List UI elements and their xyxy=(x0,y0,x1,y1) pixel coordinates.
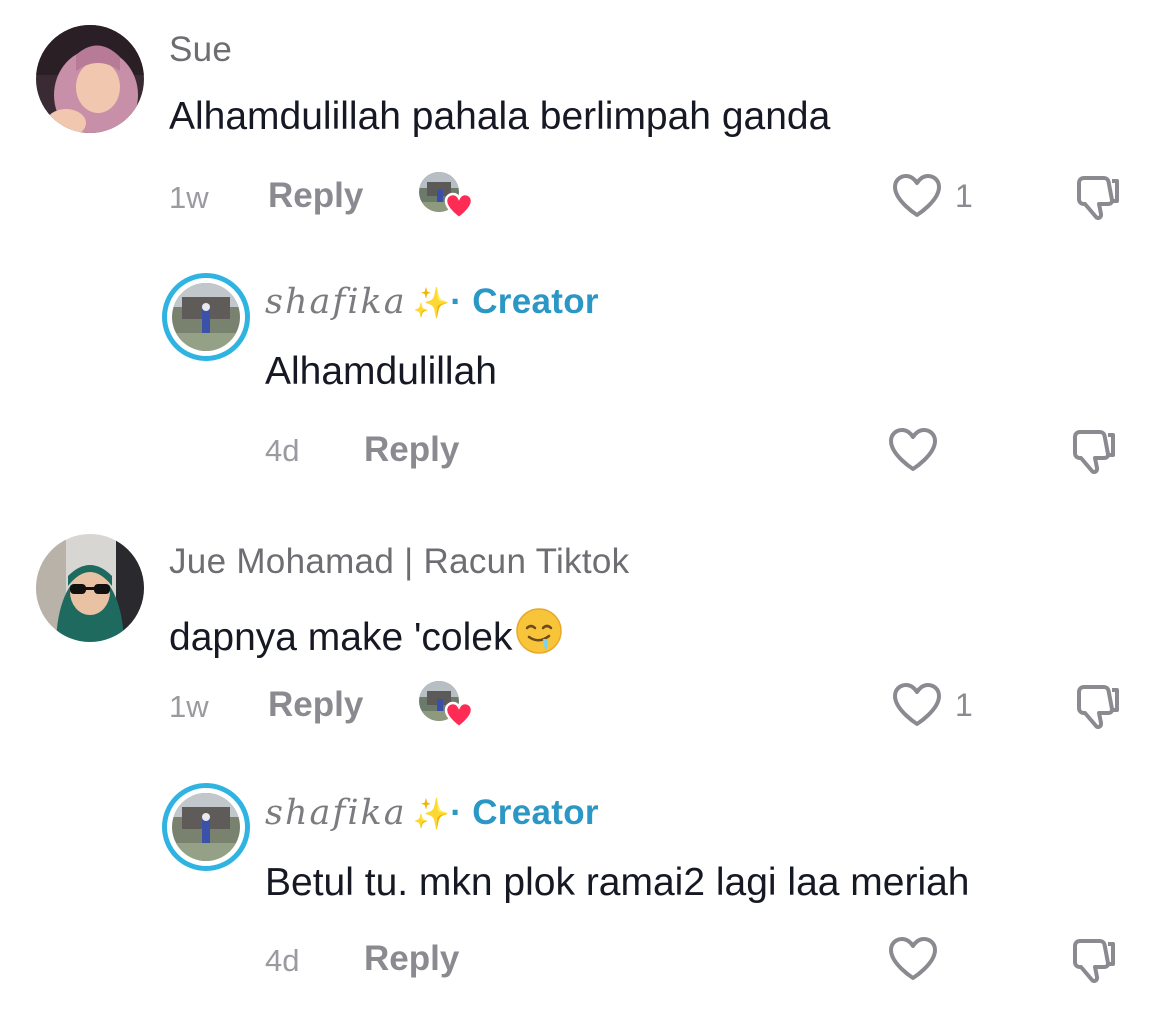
thumbs-down-icon[interactable] xyxy=(1068,426,1120,478)
comment-username[interactable]: shafika ✨· Creator xyxy=(265,282,599,322)
creator-badge: · Creator xyxy=(450,282,599,321)
comment-text: Alhamdulillah pahala berlimpah ganda xyxy=(169,95,831,138)
thumbs-down-icon[interactable] xyxy=(1072,681,1124,733)
comment-timestamp: 1w xyxy=(169,689,209,724)
comment-text-body: dapnya make 'colek xyxy=(169,616,513,659)
comment-text: dapnya make 'colek xyxy=(169,606,564,660)
creator-badge: · Creator xyxy=(450,793,599,832)
heart-outline-icon[interactable] xyxy=(887,426,939,474)
drooling-face-emoji xyxy=(516,608,563,654)
reply-button[interactable]: Reply xyxy=(364,939,459,979)
comment-username[interactable]: Jue Mohamad | Racun Tiktok xyxy=(169,542,629,582)
reply-item: shafika ✨· Creator Betul tu. mkn plok ram… xyxy=(0,760,1170,1031)
comment-text: Alhamdulillah xyxy=(265,350,497,393)
heart-filled-icon xyxy=(444,701,474,729)
comment-text: Betul tu. mkn plok ramai2 lagi laa meria… xyxy=(265,861,970,904)
creator-username[interactable]: shafika xyxy=(265,282,407,322)
reply-button[interactable]: Reply xyxy=(364,430,459,470)
like-count: 1 xyxy=(955,178,973,214)
sparkles-icon: ✨ xyxy=(412,287,451,320)
comment-username[interactable]: Sue xyxy=(169,30,232,70)
heart-outline-icon[interactable] xyxy=(887,935,939,983)
avatar[interactable] xyxy=(36,534,144,642)
comment-timestamp: 1w xyxy=(169,180,209,215)
avatar[interactable] xyxy=(162,783,250,871)
heart-outline-icon[interactable] xyxy=(891,681,943,729)
thumbs-down-icon[interactable] xyxy=(1068,935,1120,987)
like-count: 1 xyxy=(955,687,973,723)
heart-filled-icon xyxy=(444,192,474,220)
comment-item: Jue Mohamad | Racun Tiktok dapnya make '… xyxy=(0,510,1170,760)
heart-outline-icon[interactable] xyxy=(891,172,943,220)
reply-button[interactable]: Reply xyxy=(268,176,363,216)
comment-timestamp: 4d xyxy=(265,943,300,978)
reply-item: shafika ✨· Creator Alhamdulillah 4d Reply xyxy=(0,250,1170,510)
comment-timestamp: 4d xyxy=(265,433,300,468)
comment-username[interactable]: shafika ✨· Creator xyxy=(265,793,599,833)
sparkles-icon: ✨ xyxy=(412,798,451,831)
comment-item: Sue Alhamdulillah pahala berlimpah ganda… xyxy=(0,0,1170,250)
avatar[interactable] xyxy=(36,25,144,133)
reply-button[interactable]: Reply xyxy=(268,685,363,725)
thumbs-down-icon[interactable] xyxy=(1072,172,1124,224)
avatar[interactable] xyxy=(162,273,250,361)
creator-username[interactable]: shafika xyxy=(265,793,407,833)
